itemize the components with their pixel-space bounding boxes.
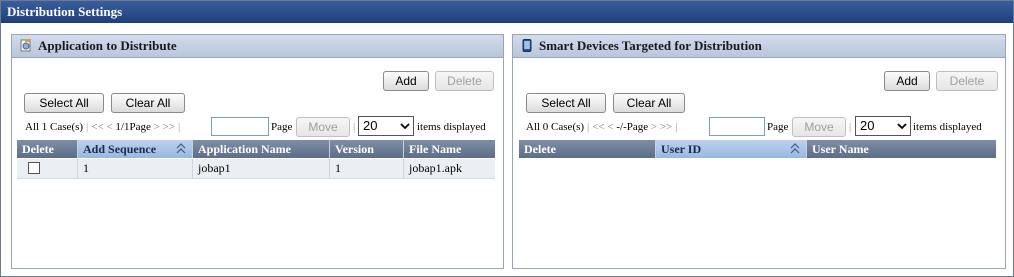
row-delete-cell: [17, 159, 78, 178]
table-row[interactable]: 1 jobap1 1 jobap1.apk: [17, 159, 495, 179]
row-file-name: jobap1.apk: [409, 161, 462, 175]
next-page-link[interactable]: >: [154, 121, 160, 133]
pager: All 1 Case(s) | << < 1/1Page > >> |: [25, 121, 181, 133]
distribution-settings-window: Distribution Settings Application to Dis…: [0, 0, 1014, 277]
prev-page-link[interactable]: <: [607, 121, 613, 133]
sort-ascending-icon: [790, 143, 800, 154]
items-displayed-label: items displayed: [913, 121, 982, 133]
device-table-header: Delete User ID User Name: [519, 140, 996, 158]
smart-device-icon: [522, 39, 532, 52]
add-device-button[interactable]: Add: [884, 71, 930, 91]
page-label: Page: [271, 121, 293, 133]
application-table-header: Delete Add Sequence Application Name Ver…: [17, 140, 495, 158]
items-per-page-select[interactable]: 20: [855, 116, 911, 136]
application-panel-title: Application to Distribute: [38, 38, 177, 53]
last-page-link[interactable]: >>: [163, 121, 175, 133]
first-page-link[interactable]: <<: [592, 121, 604, 133]
clear-all-button[interactable]: Clear All: [613, 93, 685, 113]
move-button[interactable]: Move: [792, 117, 846, 137]
row-delete-checkbox[interactable]: [28, 162, 40, 174]
smart-devices-panel-header: Smart Devices Targeted for Distribution: [513, 35, 1005, 58]
column-add-sequence[interactable]: Add Sequence: [78, 140, 193, 158]
case-count: All 0 Case(s): [526, 121, 585, 133]
items-per-page-select[interactable]: 20: [358, 116, 414, 136]
application-panel: Application to Distribute Add Delete Sel…: [11, 34, 504, 269]
clear-all-button[interactable]: Clear All: [111, 93, 185, 113]
move-button[interactable]: Move: [296, 117, 350, 137]
column-file-name[interactable]: File Name: [404, 140, 495, 158]
column-application-name[interactable]: Application Name: [193, 140, 330, 158]
select-all-button[interactable]: Select All: [526, 93, 606, 113]
page-info: 1/1Page: [115, 121, 151, 133]
chevron-down-icon: [897, 123, 907, 130]
next-page-link[interactable]: >: [651, 121, 657, 133]
column-delete[interactable]: Delete: [17, 140, 78, 158]
application-panel-header: Application to Distribute: [12, 35, 503, 58]
delete-application-button[interactable]: Delete: [435, 71, 494, 91]
page-number-input[interactable]: [709, 117, 765, 136]
items-per-page-value: 20: [860, 118, 875, 133]
delete-device-button[interactable]: Delete: [936, 71, 998, 91]
items-displayed-label: items displayed: [417, 121, 486, 133]
page-info: -/-Page: [616, 121, 649, 133]
window-title: Distribution Settings: [1, 1, 1013, 23]
chevron-down-icon: [400, 123, 410, 130]
prev-page-link[interactable]: <: [106, 121, 112, 133]
column-user-name[interactable]: User Name: [807, 140, 996, 158]
add-application-button[interactable]: Add: [383, 71, 429, 91]
row-add-sequence: 1: [78, 159, 193, 178]
page-number-input[interactable]: [211, 117, 269, 136]
application-icon: [20, 39, 31, 52]
first-page-link[interactable]: <<: [91, 121, 103, 133]
column-add-sequence-label: Add Sequence: [83, 142, 157, 156]
column-user-id[interactable]: User ID: [656, 140, 807, 158]
smart-devices-panel-title: Smart Devices Targeted for Distribution: [539, 38, 762, 53]
column-user-id-label: User ID: [661, 142, 702, 156]
row-application-name: jobap1: [193, 159, 330, 178]
column-delete[interactable]: Delete: [519, 140, 656, 158]
row-version: 1: [330, 159, 404, 178]
sort-ascending-icon: [176, 143, 186, 154]
items-per-page-value: 20: [363, 118, 378, 133]
last-page-link[interactable]: >>: [660, 121, 672, 133]
column-version[interactable]: Version: [330, 140, 404, 158]
smart-devices-panel: Smart Devices Targeted for Distribution …: [512, 34, 1006, 269]
pager: All 0 Case(s) | << < -/-Page > >> |: [526, 121, 678, 133]
case-count: All 1 Case(s): [25, 121, 84, 133]
page-label: Page: [767, 121, 789, 133]
select-all-button[interactable]: Select All: [24, 93, 104, 113]
